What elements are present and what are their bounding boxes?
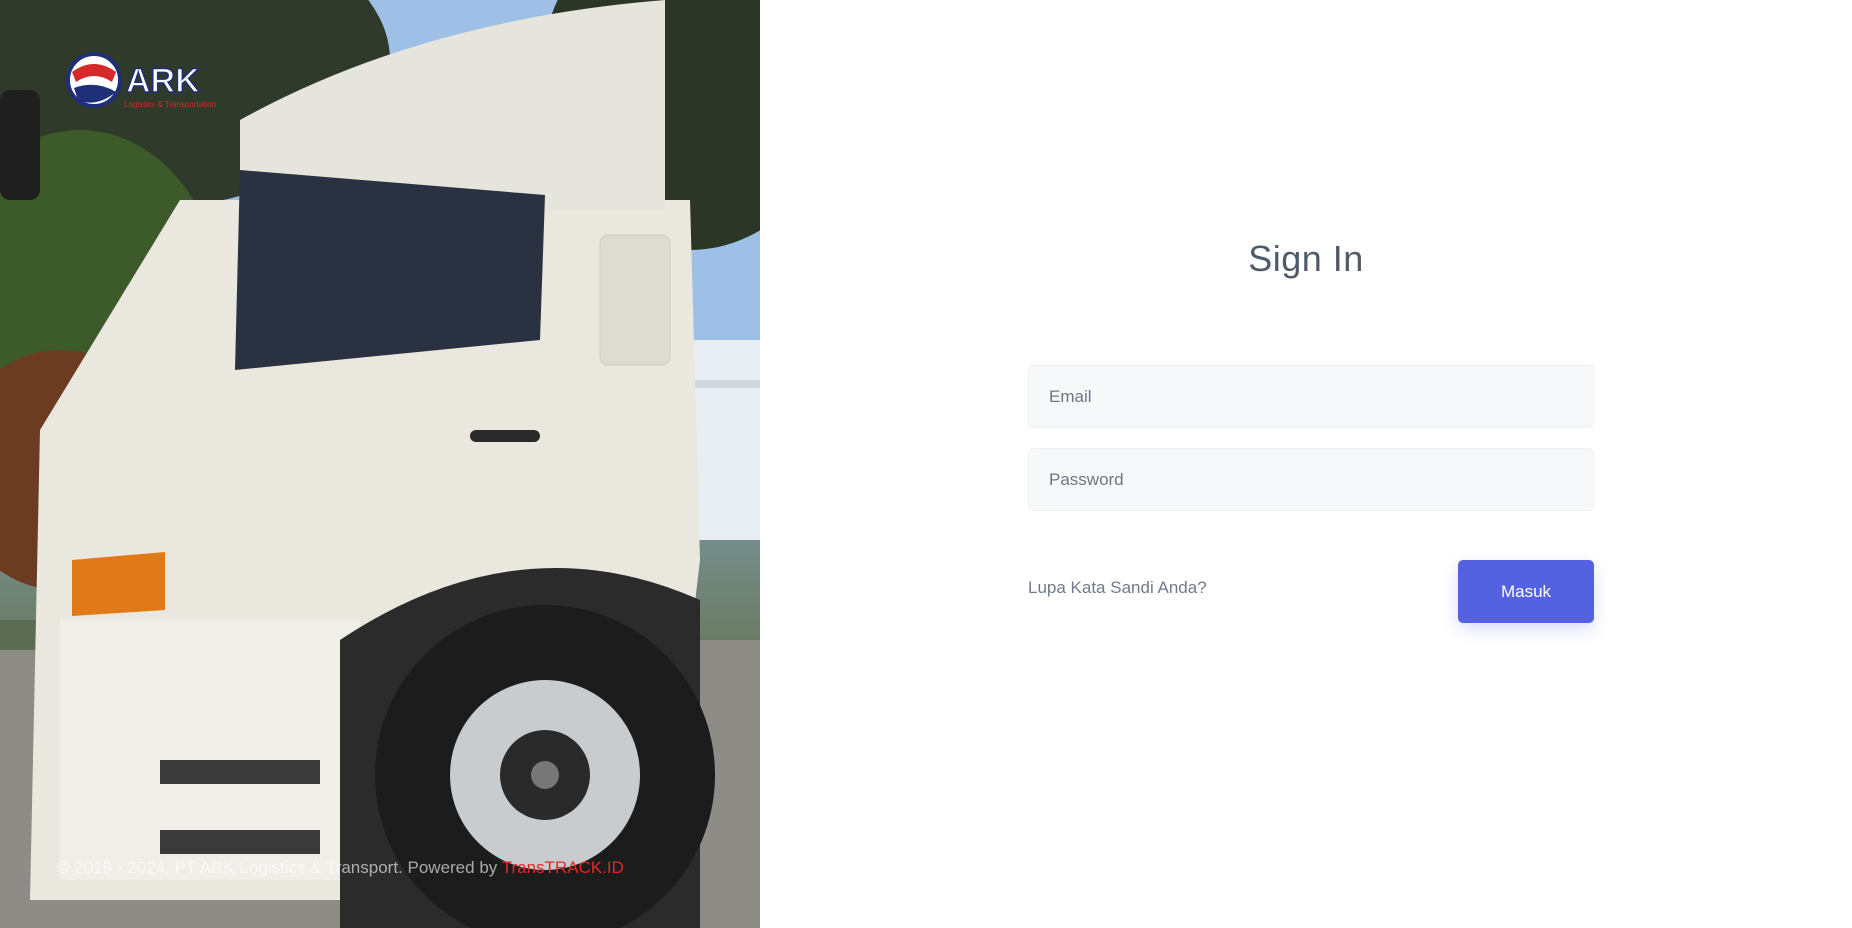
transtrack-link[interactable]: TransTRACK.ID (502, 858, 624, 877)
password-field[interactable] (1028, 448, 1594, 511)
logo-tagline: Logistics & Transportation (124, 100, 216, 109)
ark-logo-icon: ARK Logistics & Transportation (66, 52, 216, 109)
copyright-text: © 2019 - 2024, PT ARK Logistics & Transp… (57, 858, 502, 877)
submit-button[interactable]: Masuk (1458, 560, 1594, 623)
email-field[interactable] (1028, 365, 1594, 428)
signin-panel: Sign In Lupa Kata Sandi Anda? Masuk (760, 0, 1852, 928)
page-title: Sign In (1248, 238, 1364, 279)
ark-logo: ARK Logistics & Transportation (66, 52, 230, 112)
forgot-password-link[interactable]: Lupa Kata Sandi Anda? (1028, 578, 1207, 598)
copyright-footer: © 2019 - 2024, PT ARK Logistics & Transp… (57, 858, 624, 878)
truck-illustration (0, 0, 760, 928)
hero-image-panel: ARK Logistics & Transportation © 2019 - … (0, 0, 760, 928)
logo-wordmark: ARK (126, 62, 200, 100)
